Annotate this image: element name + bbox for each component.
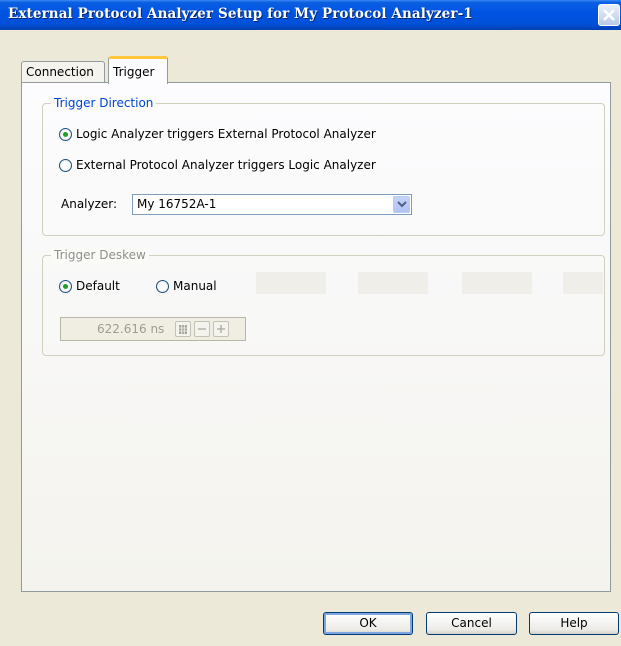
radio-la-triggers-epa[interactable]: Logic Analyzer triggers External Protoco… (59, 127, 376, 141)
radio-button-checked[interactable] (59, 127, 72, 141)
trigger-deskew-legend: Trigger Deskew (51, 248, 149, 263)
radio-button-checked[interactable] (59, 279, 72, 293)
decrement-button[interactable] (194, 321, 210, 337)
keypad-button[interactable] (175, 321, 191, 337)
deskew-value: 622.616 ns (97, 322, 165, 336)
help-button-label: Help (560, 616, 588, 630)
chevron-down-icon (397, 201, 407, 208)
plus-icon (217, 325, 225, 333)
ok-button[interactable]: OK (323, 612, 413, 635)
window-title: External Protocol Analyzer Setup for My … (8, 6, 473, 22)
decorative-strip (563, 272, 603, 294)
radio-button-unchecked[interactable] (59, 158, 72, 172)
close-icon (603, 9, 615, 21)
radio-deskew-default[interactable]: Default (59, 279, 120, 293)
cancel-button-label: Cancel (451, 616, 492, 630)
close-button[interactable] (598, 4, 620, 26)
analyzer-select-value: My 16752A-1 (137, 197, 217, 211)
radio-deskew-manual[interactable]: Manual (156, 279, 217, 293)
minus-icon (198, 328, 206, 330)
radio-deskew-manual-label: Manual (173, 279, 217, 293)
tab-trigger-label: Trigger (113, 65, 155, 79)
ok-button-label: OK (359, 616, 377, 630)
keypad-icon (179, 325, 187, 334)
radio-deskew-default-label: Default (76, 279, 120, 293)
radio-epa-triggers-la-label: External Protocol Analyzer triggers Logi… (76, 158, 376, 172)
radio-la-triggers-epa-label: Logic Analyzer triggers External Protoco… (76, 127, 376, 141)
help-button[interactable]: Help (529, 612, 619, 635)
tab-connection-label: Connection (26, 65, 94, 79)
decorative-strip (462, 272, 532, 294)
radio-epa-triggers-la[interactable]: External Protocol Analyzer triggers Logi… (59, 158, 376, 172)
deskew-value-field[interactable]: 622.616 ns (60, 317, 246, 341)
trigger-direction-legend: Trigger Direction (51, 96, 157, 111)
dropdown-button[interactable] (393, 196, 410, 213)
analyzer-label: Analyzer: (61, 197, 118, 211)
tab-connection[interactable]: Connection (21, 61, 105, 83)
increment-button[interactable] (213, 321, 229, 337)
decorative-strip (358, 272, 428, 294)
analyzer-select[interactable]: My 16752A-1 (132, 194, 412, 215)
radio-button-unchecked[interactable] (156, 279, 169, 293)
title-bar[interactable]: External Protocol Analyzer Setup for My … (0, 0, 621, 30)
tab-trigger[interactable]: Trigger (108, 56, 168, 84)
dialog-window: External Protocol Analyzer Setup for My … (0, 0, 621, 646)
cancel-button[interactable]: Cancel (426, 612, 517, 635)
decorative-strip (256, 272, 326, 294)
